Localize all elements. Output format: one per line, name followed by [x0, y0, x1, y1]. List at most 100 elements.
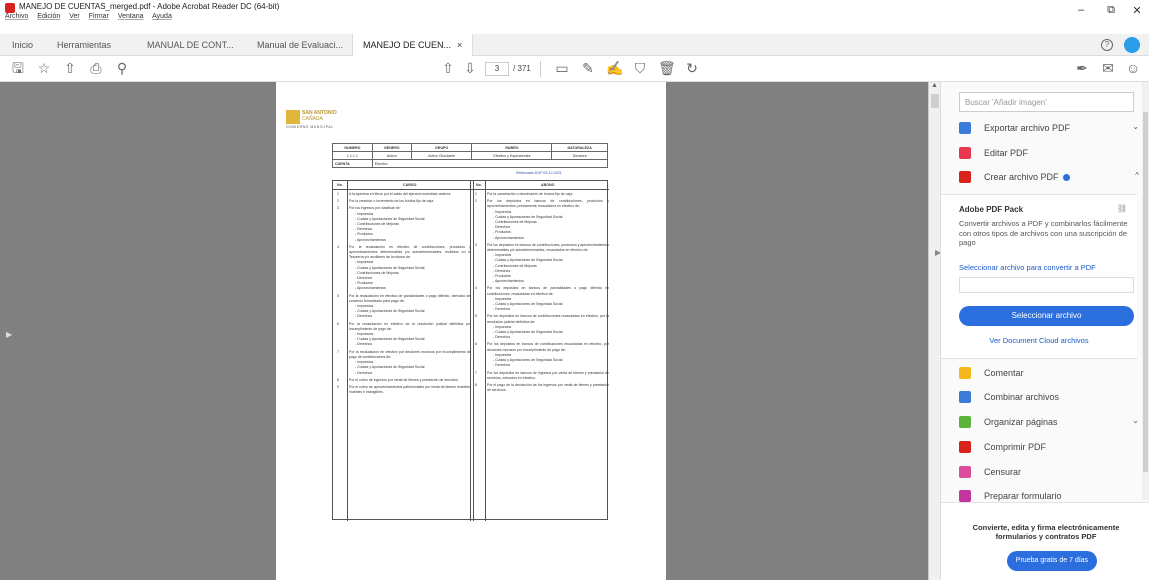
- page-total: / 371: [513, 64, 531, 73]
- minimize-button[interactable]: –: [1071, 4, 1091, 16]
- row-text: Por la cancelación o disminución de fond…: [487, 192, 573, 196]
- row-text: Por la recaudación en efectivo de parcia…: [349, 293, 471, 303]
- tab-label: MANEJO DE CUEN...: [363, 40, 452, 50]
- rotate-icon[interactable]: ↻: [684, 60, 700, 76]
- row-text: A la apertura en libros por el saldo del…: [349, 192, 452, 196]
- table-row: 1 A la apertura en libros por el saldo de…: [337, 192, 471, 197]
- select-file-button[interactable]: Seleccionar archivo: [959, 306, 1134, 326]
- document-scrollbar[interactable]: ▲: [928, 82, 940, 580]
- row-text: Por los depósitos en bancos de ingresos …: [487, 370, 609, 380]
- row-number: 5: [475, 314, 477, 319]
- previous-page-icon[interactable]: ⇧: [440, 60, 456, 76]
- menu-ver[interactable]: Ver: [69, 13, 80, 20]
- stamp-icon[interactable]: ⛉: [632, 60, 648, 76]
- table-row: 4 Por los depósitos en bancos de parciali…: [475, 286, 609, 312]
- panel-scrollbar-thumb[interactable]: [1143, 112, 1148, 472]
- table-row: 6 Por los depósitos en bancos de contribu…: [475, 342, 609, 368]
- chevron-up-icon[interactable]: ^: [1135, 171, 1139, 180]
- tab-manual-evaluacion[interactable]: Manual de Evaluaci...: [257, 34, 343, 56]
- expand-left-panel-icon[interactable]: ▶: [6, 330, 12, 339]
- cargo-entries: 1 A la apertura en libros por el saldo de…: [337, 192, 471, 397]
- tool-search-input[interactable]: Buscar 'Añadir imagen': [959, 92, 1134, 112]
- chevron-down-icon[interactable]: ⌄: [1132, 122, 1139, 131]
- tool-crear-pdf[interactable]: Crear archivo PDF ^: [959, 169, 1139, 189]
- highlight-pen-icon[interactable]: ✎: [580, 60, 596, 76]
- page-number-input[interactable]: 3: [485, 62, 509, 76]
- col-grupo: GRUPO: [410, 143, 473, 152]
- tool-comprimir[interactable]: Comprimir PDF: [959, 439, 1139, 459]
- tool-label: Comentar: [984, 368, 1024, 378]
- row-text: Por los depósitos en bancos de contribuc…: [487, 314, 609, 324]
- pack-title: Adobe PDF Pack: [959, 205, 1024, 214]
- menu-firmar[interactable]: Firmar: [89, 13, 109, 20]
- row-text: Por la recaudación en efectivo de contri…: [349, 244, 471, 260]
- col-numero: NUMERO: [332, 143, 373, 152]
- account-avatar-icon[interactable]: [1124, 37, 1140, 53]
- scrollbar-thumb[interactable]: [931, 94, 939, 108]
- menu-ventana[interactable]: Ventana: [118, 13, 144, 20]
- panel-scrollbar[interactable]: [1142, 82, 1149, 500]
- head-abono: ABONO: [541, 183, 555, 187]
- info-dot-icon: [1062, 174, 1070, 182]
- email-icon[interactable]: ✉: [1100, 60, 1116, 76]
- chevron-down-icon[interactable]: ⌄: [1132, 416, 1139, 425]
- select-file-link[interactable]: Seleccionar archivo para convertir a PDF: [959, 263, 1096, 272]
- municipal-logo: SAN ANTONIO CAÑADA GOBIERNO MUNICIPAL: [286, 110, 346, 134]
- tab-manejo-cuentas[interactable]: MANEJO DE CUEN... ×: [352, 34, 474, 56]
- restore-button[interactable]: ⧉: [1101, 4, 1121, 17]
- tool-organizar[interactable]: Organizar páginas ⌄: [959, 414, 1139, 434]
- share-person-icon[interactable]: ☺: [1125, 60, 1141, 76]
- combine-files-icon: [959, 391, 971, 403]
- tab-close-icon[interactable]: ×: [457, 40, 462, 50]
- menu-archivo[interactable]: Archivo: [5, 13, 28, 20]
- pack-description: Convertir archivos a PDF y combinarlos f…: [959, 219, 1128, 247]
- val-naturaleza: Deudora: [551, 151, 608, 160]
- tab-inicio[interactable]: Inicio: [12, 34, 33, 56]
- col-divider: [347, 181, 348, 521]
- table-row: 5 Por la recaudación en efectivo de parci…: [337, 293, 471, 320]
- sign-icon[interactable]: ✒: [1074, 60, 1090, 76]
- comment-tool-icon: [959, 367, 971, 379]
- tool-combinar[interactable]: Combinar archivos: [959, 389, 1139, 409]
- head-no-cargo: No.: [337, 183, 343, 187]
- delete-icon[interactable]: 🗑: [658, 60, 676, 76]
- menu-ayuda[interactable]: Ayuda: [152, 13, 172, 20]
- close-button[interactable]: ✕: [1127, 4, 1147, 17]
- val-grupo: Activo Circulante: [410, 151, 473, 160]
- pdf-page[interactable]: SAN ANTONIO CAÑADA GOBIERNO MUNICIPAL NU…: [276, 82, 666, 580]
- row-subitem: - Derechos: [493, 307, 511, 312]
- table-row: 5 Por los depósitos en bancos de contribu…: [475, 314, 609, 340]
- tool-label: Combinar archivos: [984, 392, 1060, 402]
- file-drop-field[interactable]: [959, 277, 1134, 293]
- table-row: 8 Por el pago de la devolución de los ing…: [475, 383, 609, 393]
- tab-herramientas[interactable]: Herramientas: [57, 34, 111, 56]
- tool-censurar[interactable]: Censurar: [959, 464, 1139, 484]
- export-pdf-icon: [959, 122, 971, 134]
- val-numero: 1.1.1.1: [332, 151, 373, 160]
- tool-comentar[interactable]: Comentar: [959, 365, 1139, 385]
- print-icon[interactable]: ⎙: [88, 60, 104, 76]
- table-row: 2 Por la creación o incremento de los fon…: [337, 199, 471, 204]
- next-page-icon[interactable]: ⇩: [462, 60, 478, 76]
- help-icon[interactable]: ?: [1101, 39, 1113, 51]
- draw-icon[interactable]: ✍: [606, 60, 623, 76]
- comment-icon[interactable]: ▭: [554, 60, 570, 76]
- tab-manual-contabilidad[interactable]: MANUAL DE CONT...: [147, 34, 234, 56]
- upload-cloud-icon[interactable]: ⇧: [62, 60, 78, 76]
- bookmark-star-icon[interactable]: ☆: [36, 60, 52, 76]
- row-number: 7: [337, 349, 339, 354]
- scroll-up-icon[interactable]: ▲: [931, 82, 938, 89]
- row-subitem: - Derechos: [355, 370, 373, 375]
- head-cargo: CARGO: [403, 183, 417, 187]
- promo-text: Convierte, edita y firma electrónicament…: [972, 523, 1120, 541]
- row-number: 5: [337, 293, 339, 298]
- document-cloud-link[interactable]: Ver Document Cloud archivos: [941, 336, 1137, 345]
- tool-editar-pdf[interactable]: Editar PDF: [959, 145, 1139, 165]
- zoom-search-icon[interactable]: ⚲: [114, 60, 130, 76]
- menu-edicion[interactable]: Edición: [37, 13, 60, 20]
- row-subitem: - Aprovechamientos: [355, 286, 386, 291]
- free-trial-button[interactable]: Prueba gratis de 7 días: [1007, 551, 1097, 571]
- row-number: 2: [337, 199, 339, 204]
- tool-exportar-pdf[interactable]: Exportar archivo PDF ⌄: [959, 120, 1139, 140]
- save-icon[interactable]: 🖫: [10, 60, 26, 76]
